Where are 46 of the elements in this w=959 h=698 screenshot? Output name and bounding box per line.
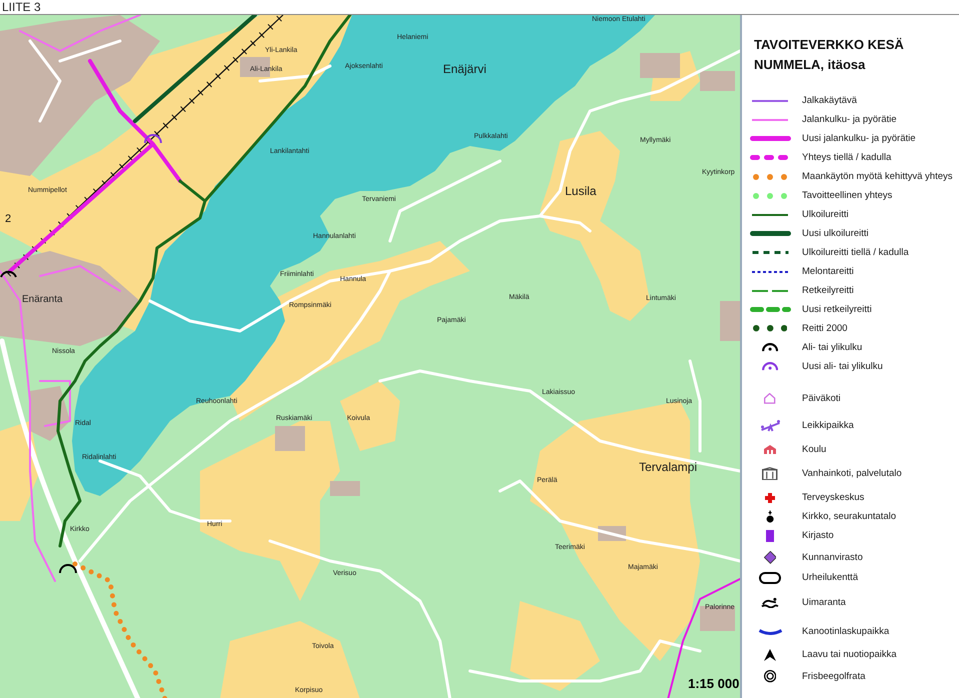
legend-label: Laavu tai nuotiopaikka <box>802 650 897 660</box>
legend-label: Tavoitteellinen yhteys <box>802 190 892 200</box>
place-label: Lusila <box>565 185 596 197</box>
legend-label: Ulkoilureitti <box>802 210 848 220</box>
legend-label: Vanhainkoti, palvelutalo <box>802 468 902 478</box>
legend-label: Urheilukenttä <box>802 572 858 582</box>
legend-label: Frisbeegolfrata <box>802 672 866 682</box>
legend-label: Uusi ali- tai ylikulku <box>802 362 883 372</box>
legend-label: Reitti 2000 <box>802 324 848 334</box>
legend-label: Jalkakäytävä <box>802 96 857 106</box>
legend-label: Leikkipaikka <box>802 420 854 430</box>
built-up-area <box>700 71 735 91</box>
legend-label: Uimaranta <box>802 598 846 608</box>
legend-label: Uusi ulkoilureitti <box>802 228 869 238</box>
place-label: Enäjärvi <box>443 63 486 75</box>
underpass-icon <box>0 270 17 278</box>
underpass-icon <box>59 564 77 574</box>
place-label: Enäranta <box>22 295 63 305</box>
built-up-area <box>330 481 360 496</box>
built-up-area <box>720 301 740 341</box>
legend-title: TAVOITEVERKKO KESÄ <box>754 36 905 54</box>
legend-label: Yhteys tiellä / kadulla <box>802 152 892 162</box>
legend-label: Maankäytön myötä kehittyvä yhteys <box>802 172 952 182</box>
legend-label: Kanootinlaskupaikka <box>802 626 890 636</box>
legend-label: Ulkoilureitti tiellä / kadulla <box>802 248 909 258</box>
page-heading: LIITE 3 <box>2 1 41 13</box>
legend-label: Terveyskeskus <box>802 492 864 502</box>
map-scale: 1:15 000 <box>688 677 740 690</box>
legend-label: Koulu <box>802 444 826 454</box>
map-number-label: 2 <box>5 214 12 225</box>
legend-label: Päiväkoti <box>802 394 841 404</box>
legend-label: Uusi jalankulku- ja pyörätie <box>802 134 916 144</box>
legend-label: Ali- tai ylikulku <box>802 342 862 352</box>
legend-label: Uusi retkeilyreitti <box>802 304 872 314</box>
place-label: Tervalampi <box>639 461 698 473</box>
legend-subtitle: NUMMELA, itäosa <box>754 56 866 74</box>
legend-label: Jalankulku- ja pyörätie <box>802 114 897 124</box>
built-up-area <box>640 53 680 78</box>
legend-label: Retkeilyreitti <box>802 286 854 296</box>
legend-label: Kirkko, seurakuntatalo <box>802 512 896 522</box>
built-up-area <box>275 426 305 451</box>
legend-label: Melontareitti <box>802 266 854 276</box>
built-up-area <box>30 386 70 441</box>
underpass-icon <box>144 134 162 144</box>
legend-label: Kunnanvirasto <box>802 552 863 562</box>
legend-label: Kirjasto <box>802 530 834 540</box>
